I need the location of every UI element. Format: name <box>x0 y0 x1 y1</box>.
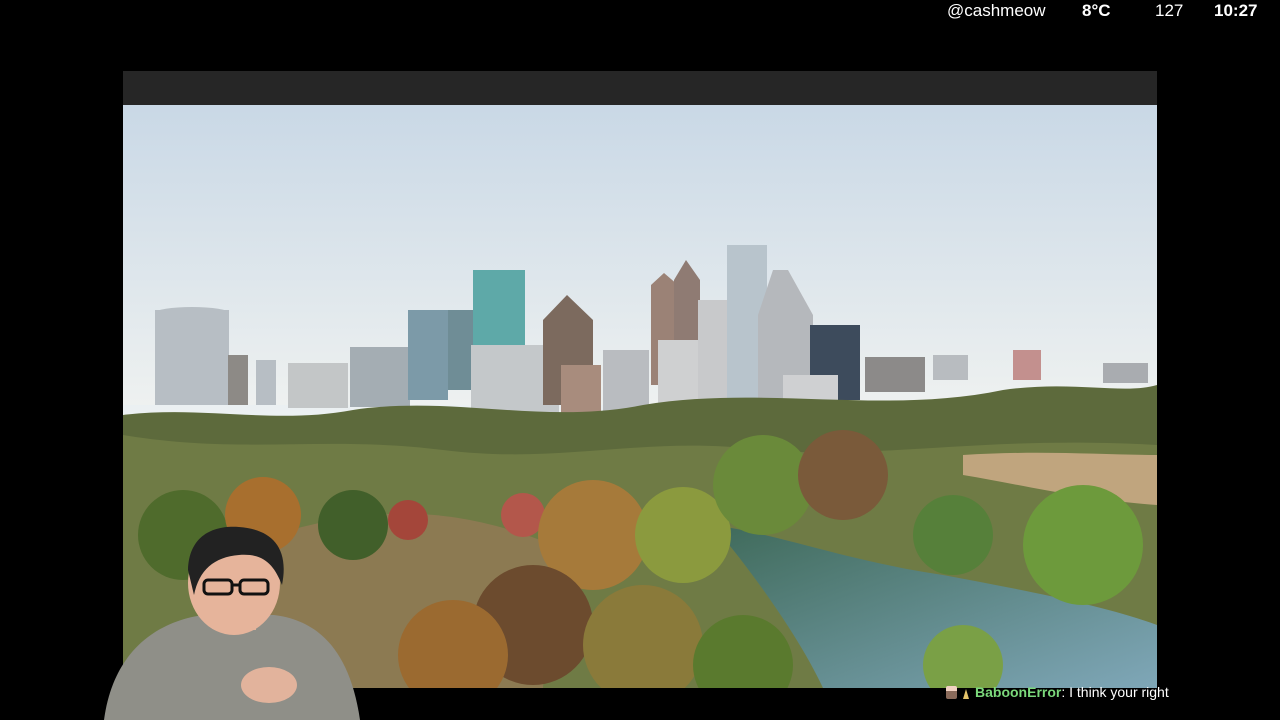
player-title-bar <box>123 71 1157 105</box>
streamer-avatar <box>104 526 360 720</box>
chat-text: I think your right <box>1065 684 1169 700</box>
streamer-webcam <box>104 525 360 720</box>
bits-badge-icon <box>961 686 971 699</box>
stream-status-bar: @cashmeow 8°C 127 10:27 <box>0 0 1280 24</box>
chat-username[interactable]: BaboonError <box>975 683 1061 701</box>
chat-message: BaboonError: I think your right <box>946 682 1169 702</box>
viewer-count: 127 <box>1155 1 1184 20</box>
subscriber-badge-icon <box>946 685 957 699</box>
channel-handle: @cashmeow <box>947 1 1046 20</box>
temperature-readout: 8°C <box>1082 1 1111 20</box>
clock: 10:27 <box>1214 1 1258 20</box>
